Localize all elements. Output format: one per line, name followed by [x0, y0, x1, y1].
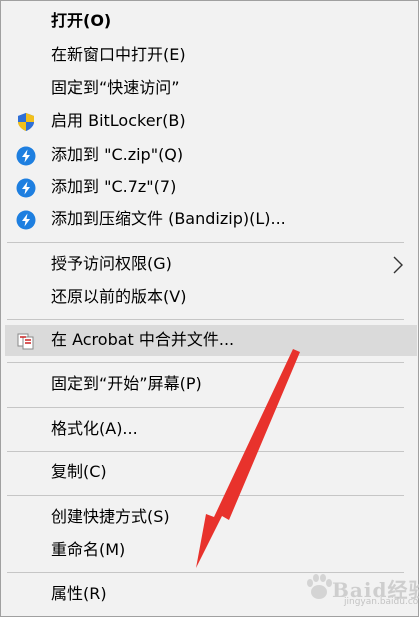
menu-item-add-bandizip[interactable]: 添加到压缩文件 (Bandizip)(L)...: [1, 204, 418, 235]
menu-item-label: 添加到 "C.7z"(7): [51, 177, 177, 196]
chevron-right-icon: [391, 255, 405, 275]
menu-item-label: 添加到压缩文件 (Bandizip)(L)...: [51, 209, 286, 228]
menu-item-label: 还原以前的版本(V): [51, 287, 187, 306]
context-menu: 打开(O) 在新窗口中打开(E) 固定到“快速访问” 启用 BitLocker(…: [0, 0, 419, 617]
menu-item-open-new-window[interactable]: 在新窗口中打开(E): [1, 40, 418, 71]
menu-item-add-zip[interactable]: 添加到 "C.zip"(Q): [1, 140, 418, 171]
bandizip-icon: [16, 178, 36, 198]
menu-item-label: 属性(R): [51, 584, 107, 603]
bandizip-icon: [16, 210, 36, 230]
menu-item-label: 固定到“开始”屏幕(P): [51, 374, 202, 393]
menu-item-acrobat-combine[interactable]: 在 Acrobat 中合并文件...: [5, 325, 417, 356]
shield-icon: [16, 112, 36, 132]
menu-separator: [7, 362, 404, 363]
menu-item-create-shortcut[interactable]: 创建快捷方式(S): [1, 502, 418, 533]
watermark-subtext: jingyan.baidu.com: [344, 597, 419, 607]
menu-item-label: 复制(C): [51, 462, 107, 481]
menu-item-grant-access[interactable]: 授予访问权限(G): [1, 249, 418, 280]
menu-item-label: 在新窗口中打开(E): [51, 45, 186, 64]
menu-item-label: 固定到“快速访问”: [51, 78, 180, 97]
watermark: Baid经验 jingyan.baidu.com: [300, 566, 419, 610]
menu-item-label: 授予访问权限(G): [51, 254, 172, 273]
menu-item-label: 打开(O): [51, 11, 112, 30]
menu-separator: [7, 495, 404, 496]
acrobat-icon: [16, 331, 36, 351]
menu-item-format[interactable]: 格式化(A)...: [1, 414, 418, 445]
menu-item-label: 创建快捷方式(S): [51, 507, 170, 526]
menu-item-rename[interactable]: 重命名(M): [1, 535, 418, 566]
menu-item-add-7z[interactable]: 添加到 "C.7z"(7): [1, 172, 418, 203]
menu-item-open[interactable]: 打开(O): [1, 6, 418, 37]
menu-separator: [7, 242, 404, 243]
menu-item-restore-versions[interactable]: 还原以前的版本(V): [1, 282, 418, 313]
menu-item-copy[interactable]: 复制(C): [1, 457, 418, 488]
menu-item-pin-quick-access[interactable]: 固定到“快速访问”: [1, 73, 418, 104]
menu-item-label: 启用 BitLocker(B): [51, 111, 186, 130]
menu-item-label: 格式化(A)...: [51, 419, 138, 438]
menu-item-pin-start[interactable]: 固定到“开始”屏幕(P): [1, 369, 418, 400]
menu-item-label: 重命名(M): [51, 540, 126, 559]
menu-separator: [7, 407, 404, 408]
bandizip-icon: [16, 146, 36, 166]
menu-item-label: 在 Acrobat 中合并文件...: [51, 330, 235, 349]
menu-item-bitlocker[interactable]: 启用 BitLocker(B): [1, 106, 418, 137]
menu-separator: [7, 451, 404, 452]
menu-item-label: 添加到 "C.zip"(Q): [51, 145, 184, 164]
paw-icon: [307, 574, 332, 599]
menu-separator: [7, 319, 404, 320]
